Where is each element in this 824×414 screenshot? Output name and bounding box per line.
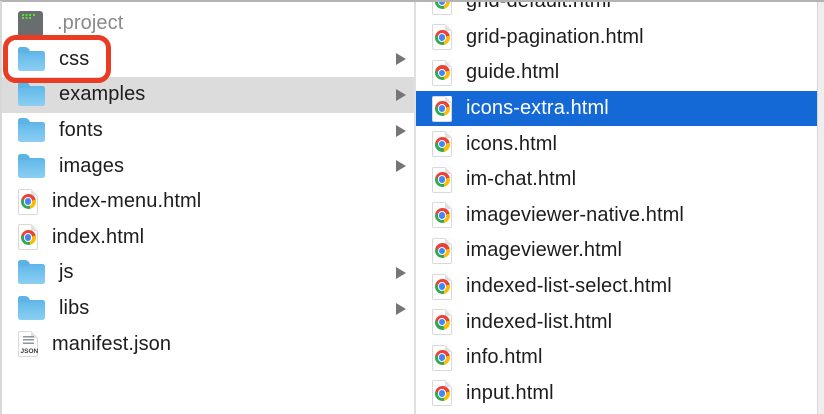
folder-label: fonts (59, 119, 103, 142)
chrome-html-file-icon (432, 0, 452, 15)
chrome-logo-icon (434, 385, 450, 401)
file-row-imageviewer[interactable]: imageviewer.html (416, 233, 817, 269)
chrome-logo-icon (434, 29, 450, 45)
folder-icon (18, 118, 45, 143)
disclosure-triangle-icon (396, 124, 406, 137)
chrome-html-file-icon (432, 273, 452, 300)
file-row-im-chat[interactable]: im-chat.html (416, 162, 817, 198)
chrome-html-file-icon (18, 224, 38, 251)
file-row-icons-extra-selected[interactable]: icons-extra.html (416, 90, 817, 127)
chrome-logo-icon (434, 314, 450, 330)
file-label: icons.html (466, 132, 558, 155)
chrome-html-file-icon (18, 188, 38, 215)
window-top-border (0, 0, 824, 2)
chrome-logo-icon (434, 172, 450, 188)
document-lines-decoration (23, 336, 34, 346)
file-row-imageviewer-native[interactable]: imageviewer-native.html (416, 198, 817, 234)
file-label: index-menu.html (52, 190, 202, 213)
chrome-html-file-icon (432, 59, 452, 86)
chrome-html-file-icon (432, 95, 452, 122)
chrome-logo-icon (434, 101, 450, 117)
file-row-grid-default[interactable]: grid-default.html (416, 0, 817, 20)
disclosure-triangle-icon (396, 302, 406, 315)
disclosure-triangle-icon (396, 88, 406, 101)
file-label: indexed-list.html (466, 310, 613, 333)
folder-row-libs[interactable]: libs (2, 291, 414, 327)
file-label: index.html (52, 225, 145, 248)
chrome-logo-icon (20, 194, 36, 210)
column-parent-folder: .project css examples fonts images index… (2, 2, 414, 414)
chrome-html-file-icon (432, 166, 452, 193)
chrome-html-file-icon (432, 24, 452, 51)
json-badge-label: JSON (20, 347, 39, 355)
file-label: imageviewer-native.html (466, 203, 684, 226)
window-right-edge (817, 1, 824, 414)
file-row-index-menu[interactable]: index-menu.html (2, 184, 414, 220)
chrome-logo-icon (434, 136, 450, 152)
file-label: icons-extra.html (466, 97, 609, 120)
chrome-logo-icon (434, 243, 450, 259)
folder-row-css[interactable]: css (2, 42, 414, 78)
file-row-indexed-list[interactable]: indexed-list.html (416, 304, 817, 340)
file-row-info[interactable]: info.html (416, 340, 817, 376)
file-label: im-chat.html (466, 168, 577, 191)
left-column-rows: .project css examples fonts images index… (2, 6, 414, 362)
file-row-indexed-list-select[interactable]: indexed-list-select.html (416, 269, 817, 305)
chrome-html-file-icon (432, 309, 452, 336)
file-row-input[interactable]: input.html (416, 376, 817, 412)
exec-dots-decoration (22, 14, 36, 20)
chrome-html-file-icon (432, 202, 452, 229)
disclosure-triangle-icon (396, 53, 406, 66)
chrome-logo-icon (434, 65, 450, 81)
folder-label: libs (59, 297, 90, 320)
finder-column-view: .project css examples fonts images index… (0, 0, 824, 414)
file-label: info.html (466, 346, 543, 369)
file-label: indexed-list-select.html (466, 275, 672, 298)
chrome-logo-icon (434, 350, 450, 366)
chrome-logo-icon (20, 229, 36, 245)
disclosure-triangle-icon (396, 266, 406, 279)
folder-icon (18, 260, 45, 285)
file-row-index[interactable]: index.html (2, 220, 414, 256)
folder-label: images (59, 154, 125, 177)
disclosure-triangle-icon (396, 160, 406, 173)
file-label: input.html (466, 381, 554, 404)
file-row-guide[interactable]: guide.html (416, 55, 817, 91)
file-label: imageviewer.html (466, 239, 623, 262)
file-label: manifest.json (52, 332, 172, 355)
file-label: guide.html (466, 61, 560, 84)
file-row-manifest[interactable]: JSON manifest.json (2, 326, 414, 362)
chrome-logo-icon (434, 279, 450, 295)
chrome-logo-icon (434, 207, 450, 223)
chrome-html-file-icon (432, 131, 452, 158)
folder-icon (18, 46, 45, 71)
window-left-border (0, 1, 2, 414)
unix-executable-icon (18, 11, 43, 38)
column-divider (414, 2, 416, 414)
column-examples-folder: grid-default.html grid-pagination.html g… (416, 0, 817, 414)
folder-icon (18, 296, 45, 321)
folder-label: js (59, 261, 74, 284)
chrome-html-file-icon (432, 237, 452, 264)
file-label: .project (57, 12, 124, 35)
file-row-project[interactable]: .project (2, 6, 414, 42)
folder-icon (18, 153, 45, 178)
folder-row-examples[interactable]: examples (2, 77, 414, 113)
json-file-icon: JSON (18, 331, 39, 358)
right-column-rows: grid-default.html grid-pagination.html g… (416, 0, 817, 411)
folder-row-images[interactable]: images (2, 148, 414, 184)
file-row-grid-pagination[interactable]: grid-pagination.html (416, 20, 817, 56)
file-row-icons[interactable]: icons.html (416, 126, 817, 162)
chrome-html-file-icon (432, 344, 452, 371)
folder-row-js[interactable]: js (2, 255, 414, 291)
folder-label: examples (59, 83, 146, 106)
folder-row-fonts[interactable]: fonts (2, 113, 414, 149)
folder-label: css (59, 47, 90, 70)
chrome-html-file-icon (432, 380, 452, 407)
file-label: grid-pagination.html (466, 25, 644, 48)
folder-icon (18, 82, 45, 107)
